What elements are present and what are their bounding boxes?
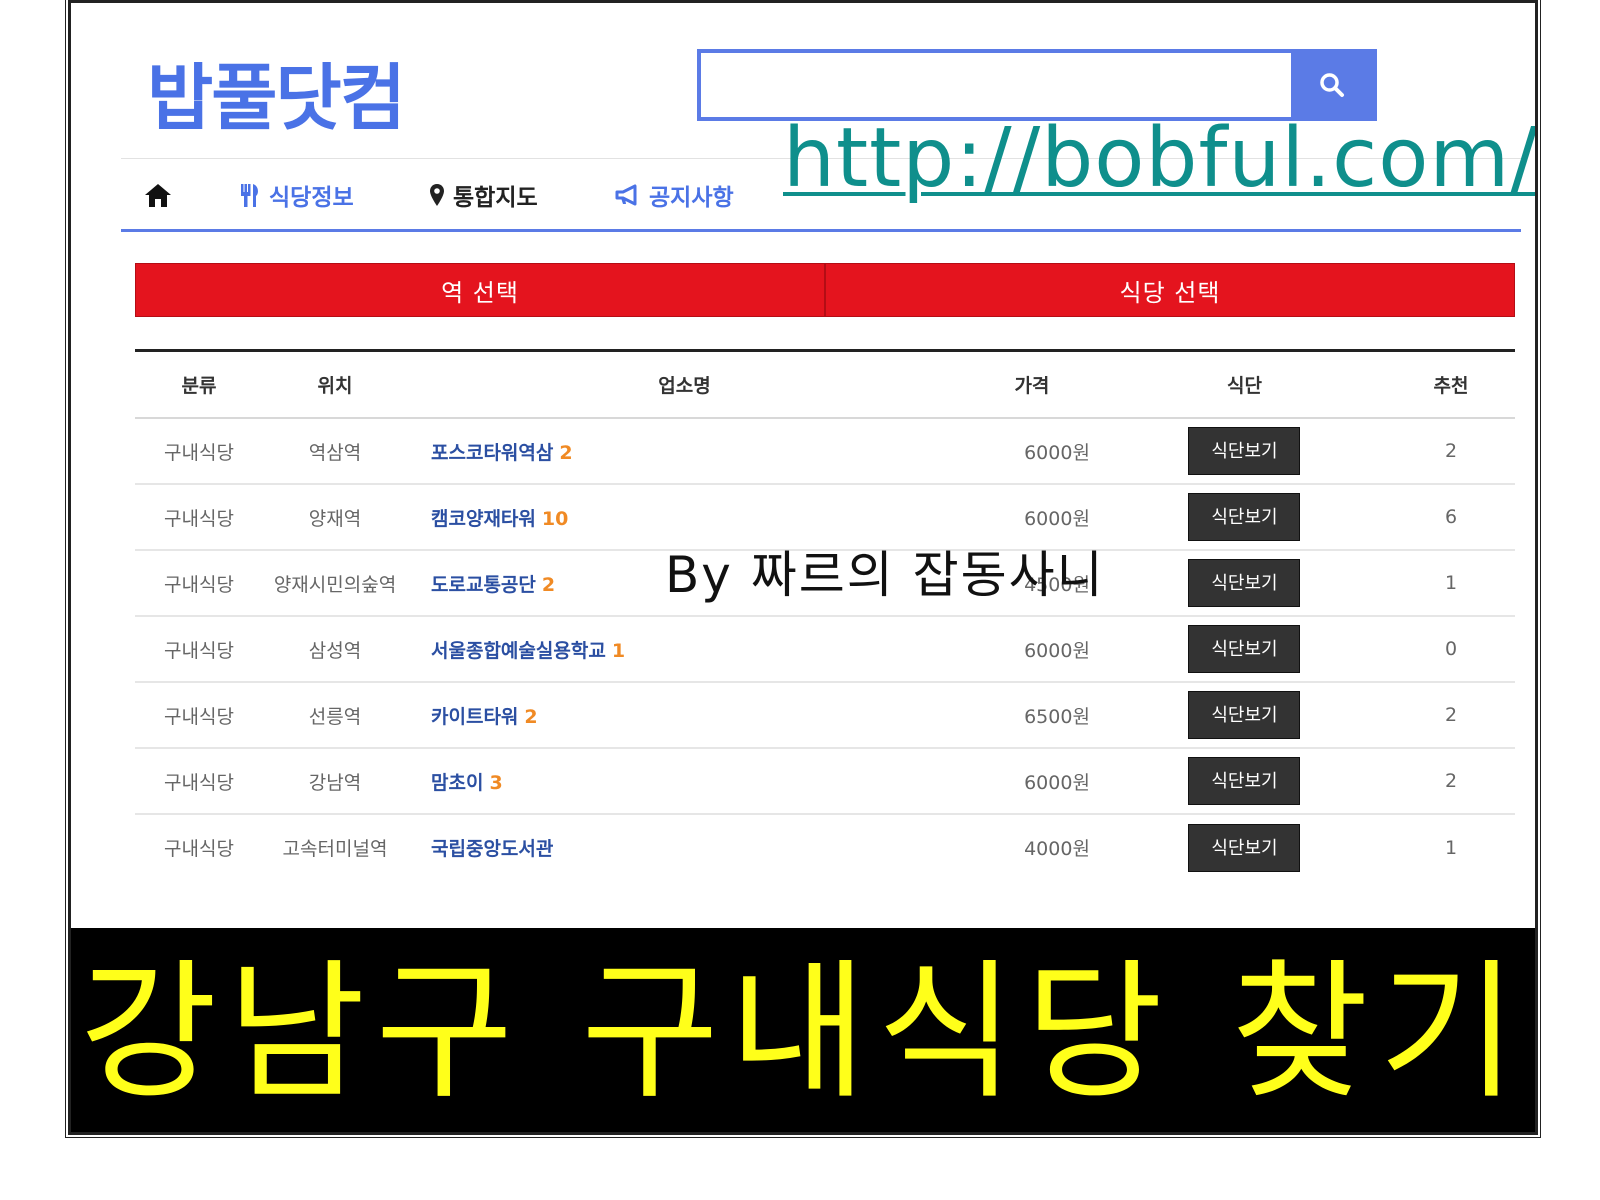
tab-restaurant-select[interactable]: 식당 선택 — [824, 264, 1514, 316]
cell-category: 구내식당 — [135, 418, 263, 485]
view-menu-button[interactable]: 식단보기 — [1188, 823, 1301, 872]
table-row: 구내식당 선릉역 카이트타워 2 6500원 식단보기 2 — [135, 682, 1515, 749]
header-location: 위치 — [263, 352, 407, 419]
cell-menu: 식단보기 — [1102, 814, 1387, 880]
nav-notice-label: 공지사항 — [649, 185, 734, 211]
cell-location: 양재역 — [263, 484, 407, 551]
view-menu-button[interactable]: 식단보기 — [1188, 757, 1301, 805]
header-price: 가격 — [961, 352, 1102, 419]
restaurant-link[interactable]: 카이트타워 — [431, 706, 518, 728]
cell-menu: 식단보기 — [1101, 616, 1387, 683]
view-menu-button[interactable]: 식단보기 — [1188, 625, 1301, 673]
nav-integrated-map[interactable]: 통합지도 — [429, 173, 538, 217]
cell-recommend: 2 — [1387, 682, 1515, 749]
cell-price: 6500원 — [961, 682, 1102, 749]
table-header-row: 분류 위치 업소명 가격 식단 추천 — [135, 352, 1515, 419]
cell-price: 4000원 — [1024, 838, 1090, 860]
nav-notice[interactable]: 공지사항 — [615, 173, 734, 217]
search-icon — [1320, 73, 1344, 97]
header-category: 분류 — [135, 352, 263, 419]
table-row: 구내식당 삼성역 서울종합예술실용학교 1 6000원 식단보기 0 — [135, 616, 1515, 683]
cell-category: 구내식당 — [135, 484, 263, 551]
cell-name: 카이트타워 2 — [407, 682, 962, 749]
restaurant-link[interactable]: 맘초이 — [431, 772, 483, 794]
search-button[interactable] — [1291, 53, 1373, 117]
cell-price: 6000원 — [961, 418, 1102, 485]
cell-recommend: 6 — [1387, 484, 1515, 551]
cell-menu: 식단보기 — [1101, 682, 1387, 749]
cell-name: 포스코타워역삼 2 — [407, 418, 962, 485]
tab-station-select[interactable]: 역 선택 — [136, 264, 824, 316]
cell-category: 구내식당 — [135, 616, 263, 683]
comment-count: 2 — [559, 441, 573, 464]
cell-location: 삼성역 — [263, 616, 407, 683]
header-name: 업소명 — [407, 352, 962, 419]
cell-location: 역삼역 — [263, 418, 407, 485]
comment-count: 1 — [611, 639, 626, 662]
comment-count: 2 — [524, 705, 538, 728]
view-menu-button[interactable]: 식단보기 — [1188, 691, 1301, 739]
cell-menu: 식단보기 — [1101, 418, 1387, 485]
cell-category: 구내식당 — [164, 838, 234, 860]
nav-home[interactable] — [143, 173, 173, 217]
title-banner: 강남구 구내식당 찾기 — [71, 928, 1535, 1132]
restaurant-link[interactable]: 서울종합예술실용학교 — [431, 640, 606, 662]
comment-count: 3 — [489, 771, 503, 794]
view-menu-button[interactable]: 식단보기 — [1188, 427, 1301, 475]
restaurant-link[interactable]: 포스코타워역삼 — [431, 442, 553, 464]
banner-title: 강남구 구내식당 찾기 — [79, 946, 1527, 1120]
cell-menu: 식단보기 — [1101, 484, 1387, 551]
restaurant-table: 분류 위치 업소명 가격 식단 추천 구내식당 역삼역 포스코타워역삼 2 600… — [135, 349, 1515, 880]
megaphone-icon — [615, 184, 637, 206]
restaurant-link[interactable]: 도로교통공단 — [431, 574, 536, 596]
cell-menu: 식단보기 — [1101, 550, 1387, 617]
table-row: 구내식당 역삼역 포스코타워역삼 2 6000원 식단보기 2 — [135, 418, 1515, 485]
nav-integrated-map-label: 통합지도 — [453, 185, 538, 211]
cell-category: 구내식당 — [135, 550, 263, 617]
cell-menu: 식단보기 — [1101, 748, 1387, 815]
header-recommend: 추천 — [1387, 352, 1515, 419]
cell-recommend: 2 — [1387, 418, 1515, 485]
cell-recommend: 1 — [1387, 550, 1515, 617]
cell-name: 맘초이 3 — [407, 748, 962, 815]
table-row: 구내식당 고속터미널역 국립중앙도서관 4000원 식단보기 1 — [135, 814, 1515, 880]
cell-location: 강남역 — [263, 748, 407, 815]
restaurant-link[interactable]: 캠코양재타워 — [431, 508, 536, 530]
cell-location: 선릉역 — [263, 682, 407, 749]
nav-restaurant-info-label: 식당정보 — [269, 185, 354, 211]
cell-category: 구내식당 — [135, 682, 263, 749]
cell-price: 6000원 — [961, 616, 1102, 683]
site-url-link[interactable]: http://bobful.com/ — [783, 111, 1535, 206]
cell-recommend: 2 — [1387, 748, 1515, 815]
author-watermark: By 짜르의 잡동사니 — [665, 546, 1105, 604]
view-menu-button[interactable]: 식단보기 — [1188, 493, 1301, 541]
header-menu: 식단 — [1101, 352, 1387, 419]
comment-count: 10 — [541, 507, 569, 530]
cell-name: 국립중앙도서관 — [407, 814, 962, 880]
home-icon — [145, 184, 171, 207]
search-input[interactable] — [701, 53, 1295, 117]
cell-price: 6000원 — [961, 748, 1102, 815]
nav-divider-bottom — [121, 229, 1521, 232]
cell-category: 구내식당 — [135, 748, 263, 815]
map-marker-icon — [430, 184, 444, 206]
cell-name: 서울종합예술실용학교 1 — [407, 616, 962, 683]
utensils-icon — [241, 184, 258, 207]
screenshot-frame: 밥풀닷컴 식당정보 통합지도 공지사항 http://bobful.com/ 역… — [65, 0, 1541, 1138]
cell-recommend: 1 — [1444, 836, 1458, 859]
view-menu-button[interactable]: 식단보기 — [1188, 559, 1301, 607]
cell-location: 양재시민의숲역 — [263, 550, 407, 617]
comment-count: 2 — [541, 573, 556, 596]
restaurant-link[interactable]: 국립중앙도서관 — [431, 838, 553, 860]
cell-location: 고속터미널역 — [282, 838, 388, 860]
site-logo[interactable]: 밥풀닷컴 — [147, 39, 406, 144]
table-row: 구내식당 강남역 맘초이 3 6000원 식단보기 2 — [135, 748, 1515, 815]
cell-recommend: 0 — [1387, 616, 1515, 683]
selection-tabs: 역 선택 식당 선택 — [135, 263, 1515, 317]
nav-restaurant-info[interactable]: 식당정보 — [239, 173, 354, 217]
